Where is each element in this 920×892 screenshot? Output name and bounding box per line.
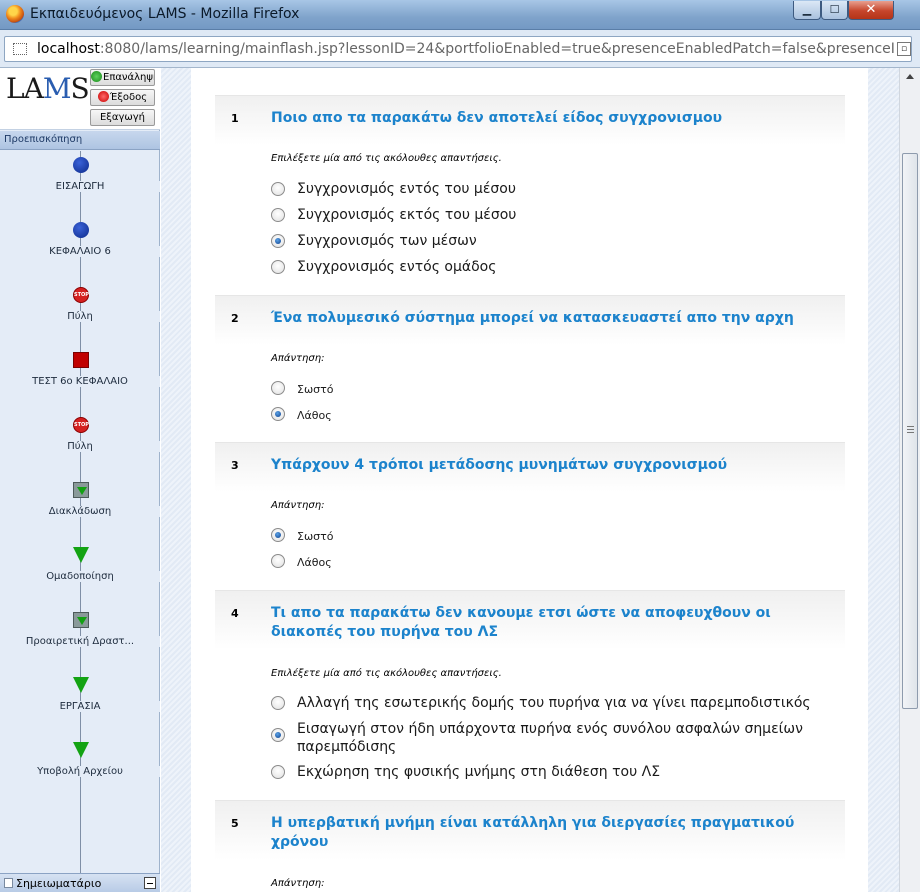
question-instruction: Απάντηση: bbox=[271, 878, 325, 889]
logo-area: LAMS Επανάληψη Έξοδος Εξαγωγή bbox=[0, 68, 160, 130]
option-text: Συγχρονισμός εντός του μέσου bbox=[297, 181, 516, 197]
activity-label: Πύλη bbox=[0, 441, 160, 452]
question-title: Η υπερβατική μνήμη είναι κατάλληλη για δ… bbox=[271, 815, 795, 850]
window-title: Εκπαιδευόμενος LAMS - Mozilla Firefox bbox=[30, 6, 300, 22]
minimize-button[interactable]: ▁ bbox=[793, 1, 821, 20]
address-bar: localhost:8080/lams/learning/mainflash.j… bbox=[0, 30, 920, 68]
option-text: Συγχρονισμός εκτός του μέσου bbox=[297, 207, 517, 223]
radio-button[interactable] bbox=[271, 208, 285, 222]
exit-button[interactable]: Έξοδος bbox=[90, 89, 155, 106]
question-title: Τι απο τα παρακάτω δεν κανουμε ετσι ώστε… bbox=[271, 605, 771, 640]
question-number: 2 bbox=[231, 312, 239, 325]
export-button[interactable]: Εξαγωγή bbox=[90, 109, 155, 126]
radio-button[interactable] bbox=[271, 554, 285, 568]
option-text: Αλλαγή της εσωτερικής δομής του πυρήνα γ… bbox=[297, 695, 811, 711]
todo-activity-icon bbox=[73, 677, 89, 693]
radio-button[interactable] bbox=[271, 381, 285, 395]
browser-window: Εκπαιδευόμενος LAMS - Mozilla Firefox ▁ … bbox=[0, 0, 920, 892]
activity-label: Προαιρετική Δραστ... bbox=[0, 636, 160, 647]
exit-label: Έξοδος bbox=[109, 92, 148, 103]
question-number: 1 bbox=[231, 112, 239, 125]
grip-icon bbox=[907, 426, 914, 433]
url-text[interactable]: localhost:8080/lams/learning/mainflash.j… bbox=[37, 41, 895, 57]
activity-timeline: ΕΙΣΑΓΩΓΗ ΚΕΦΑΛΑΙΟ 6 STOP Πύλη ΤΕΣΤ 6ο ΚΕΦ… bbox=[0, 151, 160, 873]
activity-complete-icon bbox=[73, 157, 89, 173]
url-path: :8080/lams/learning/mainflash.jsp?lesson… bbox=[99, 41, 895, 57]
activity-label: ΚΕΦΑΛΑΙΟ 6 bbox=[0, 246, 160, 257]
notebook-toggle-button[interactable] bbox=[144, 877, 156, 889]
scroll-up-arrow-icon[interactable] bbox=[902, 70, 918, 84]
notebook-bar[interactable]: Σημειωματάριο bbox=[0, 873, 160, 892]
url-host: localhost bbox=[37, 41, 100, 57]
radio-button[interactable] bbox=[271, 182, 285, 196]
option-text: Λάθος bbox=[297, 556, 332, 569]
radio-button[interactable] bbox=[271, 260, 285, 274]
stop-gate-icon: STOP bbox=[73, 417, 89, 433]
activity-label: Πύλη bbox=[0, 311, 160, 322]
question-instruction: Απάντηση: bbox=[271, 353, 325, 364]
radio-button[interactable] bbox=[271, 765, 285, 779]
vertical-scrollbar[interactable] bbox=[899, 68, 920, 892]
activity-label: ΕΡΓΑΣΙΑ bbox=[0, 701, 160, 712]
question-title: Υπάρχουν 4 τρόποι μετάδοσης μυνημάτων συ… bbox=[271, 457, 728, 473]
branch-icon bbox=[73, 482, 89, 498]
repeat-label: Επανάληψη bbox=[103, 72, 155, 83]
radio-button-checked[interactable] bbox=[271, 528, 285, 542]
content-area: 1 Ποιο απο τα παρακάτω δεν αποτελεί είδο… bbox=[161, 68, 899, 892]
question-instruction: Επιλέξετε μία από τις ακόλουθες απαντήσε… bbox=[271, 153, 502, 164]
activity-label: Διακλάδωση bbox=[0, 506, 160, 517]
option-text: Σωστό bbox=[297, 383, 334, 396]
question-instruction: Απάντηση: bbox=[271, 500, 325, 511]
scrollbar-thumb[interactable] bbox=[902, 153, 918, 709]
learner-sidebar: LAMS Επανάληψη Έξοδος Εξαγωγή Προεπισκόπ… bbox=[0, 68, 160, 892]
firefox-icon bbox=[6, 5, 24, 23]
radio-button-checked[interactable] bbox=[271, 407, 285, 421]
page-area: LAMS Επανάληψη Έξοδος Εξαγωγή Προεπισκόπ… bbox=[0, 68, 920, 892]
current-activity-icon bbox=[73, 352, 89, 368]
notebook-icon bbox=[4, 878, 13, 888]
option-text: Εκχώρηση της φυσικής μνήμης στη διάθεση … bbox=[297, 764, 661, 780]
question-number: 3 bbox=[231, 459, 239, 472]
lams-logo: LAMS bbox=[6, 72, 90, 105]
option-text: Συγχρονισμός εντός ομάδος bbox=[297, 259, 497, 275]
question-number: 5 bbox=[231, 817, 239, 830]
question-title: Ένα πολυμεσικό σύστημα μπορεί να κατασκε… bbox=[271, 310, 794, 326]
option-text: Εισαγωγή στον ήδη υπάρχοντα πυρήνα ενός … bbox=[297, 721, 803, 755]
question-number: 4 bbox=[231, 607, 239, 620]
radio-button-checked[interactable] bbox=[271, 234, 285, 248]
radio-button-checked[interactable] bbox=[271, 728, 285, 742]
radio-button[interactable] bbox=[271, 696, 285, 710]
option-text: Λάθος bbox=[297, 409, 332, 422]
activity-label: ΤΕΣΤ 6ο ΚΕΦΑΛΑΙΟ bbox=[0, 376, 160, 387]
restore-icon[interactable]: ▫ bbox=[897, 42, 911, 56]
maximize-button[interactable]: ☐ bbox=[821, 1, 848, 20]
activity-complete-icon bbox=[73, 222, 89, 238]
repeat-button[interactable]: Επανάληψη bbox=[90, 69, 155, 86]
preview-header: Προεπισκόπηση bbox=[0, 131, 160, 150]
option-text: Συγχρονισμός των μέσων bbox=[297, 233, 477, 249]
activity-label: ΕΙΣΑΓΩΓΗ bbox=[0, 181, 160, 192]
activity-label: Ομαδοποίηση bbox=[0, 571, 160, 582]
todo-activity-icon bbox=[73, 742, 89, 758]
activity-label: Υποβολή Αρχείου bbox=[0, 766, 160, 777]
close-button[interactable]: ✕ bbox=[848, 1, 894, 20]
stop-gate-icon: STOP bbox=[73, 287, 89, 303]
title-bar: Εκπαιδευόμενος LAMS - Mozilla Firefox ▁ … bbox=[0, 0, 920, 30]
question-instruction: Επιλέξετε μία από τις ακόλουθες απαντήσε… bbox=[271, 668, 502, 679]
url-field[interactable]: localhost:8080/lams/learning/mainflash.j… bbox=[4, 36, 912, 62]
repeat-icon bbox=[91, 71, 102, 82]
optional-activity-icon bbox=[73, 612, 89, 628]
page-icon bbox=[13, 43, 27, 55]
quiz-panel: 1 Ποιο απο τα παρακάτω δεν αποτελεί είδο… bbox=[191, 68, 868, 892]
notebook-label: Σημειωματάριο bbox=[16, 877, 102, 890]
question-title: Ποιο απο τα παρακάτω δεν αποτελεί είδος … bbox=[271, 110, 723, 126]
option-text: Σωστό bbox=[297, 530, 334, 543]
exit-icon bbox=[97, 91, 109, 102]
todo-activity-icon bbox=[73, 547, 89, 563]
